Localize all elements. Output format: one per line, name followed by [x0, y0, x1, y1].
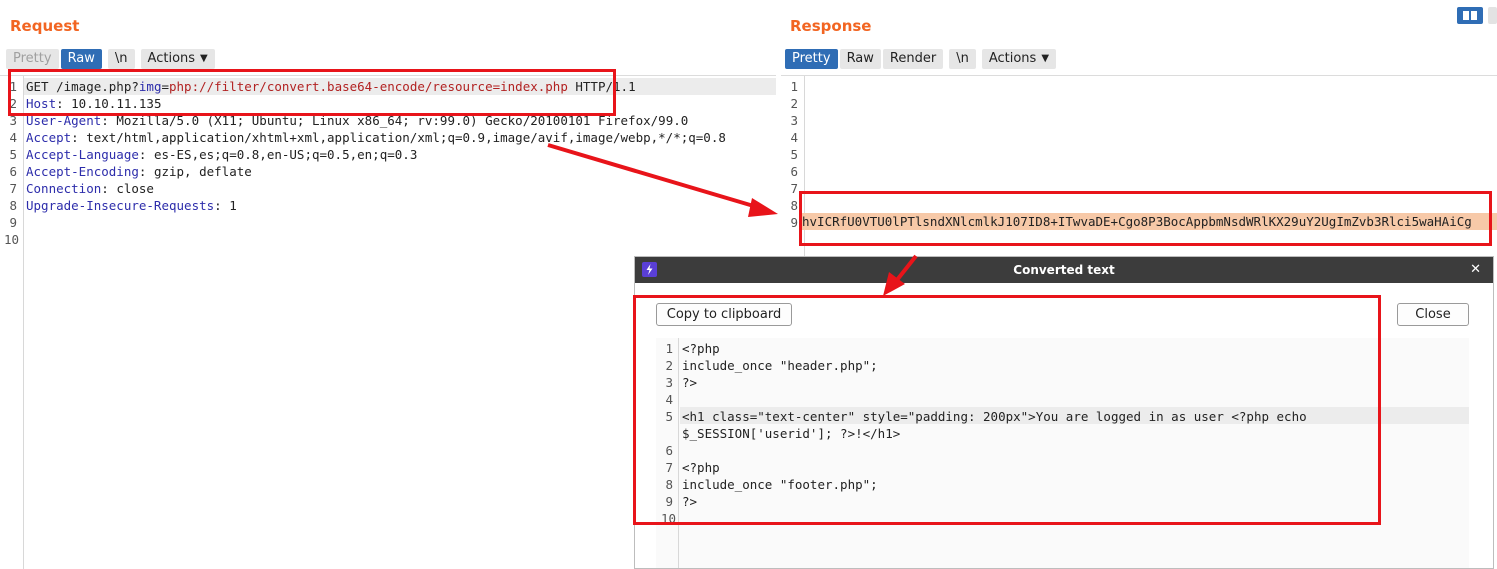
annotation-arrows: [547, 143, 918, 296]
arrow-line: [547, 143, 758, 209]
arrow-head: [748, 198, 778, 217]
arrow-line: [895, 254, 918, 282]
